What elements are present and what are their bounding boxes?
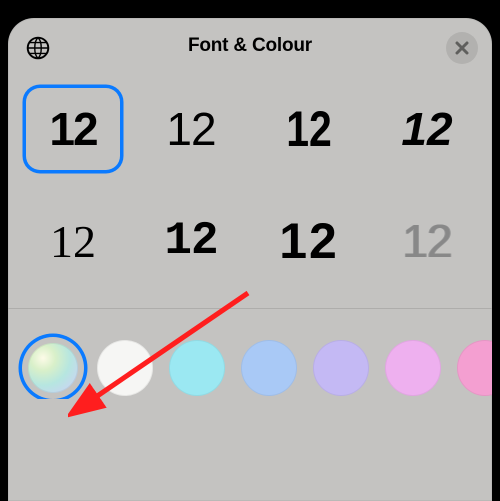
colour-swatch-5[interactable]	[382, 337, 444, 399]
colour-swatch-0[interactable]	[22, 337, 84, 399]
font-option-2[interactable]: 12	[270, 88, 347, 170]
swatch-magenta	[457, 340, 492, 396]
colour-swatch-3[interactable]	[238, 337, 300, 399]
font-option-0[interactable]: 12	[26, 88, 120, 170]
swatch-multicolour	[28, 343, 78, 393]
colour-swatch-1[interactable]	[94, 337, 156, 399]
colour-row	[8, 309, 492, 399]
sheet-title: Font & Colour	[188, 35, 312, 57]
close-button[interactable]	[446, 32, 478, 64]
swatch-cyan	[169, 340, 225, 396]
font-option-1[interactable]: 12	[144, 88, 238, 170]
swatch-white	[97, 340, 153, 396]
colour-swatch-6[interactable]	[454, 337, 492, 399]
language-button[interactable]	[22, 32, 54, 64]
font-colour-sheet: Font & Colour 12 12 12 12 12 12 12 12	[8, 18, 492, 501]
font-option-4[interactable]: 12	[26, 200, 120, 282]
colour-swatch-4[interactable]	[310, 337, 372, 399]
font-grid: 12 12 12 12 12 12 12 12	[8, 74, 492, 290]
font-option-6[interactable]: 12	[262, 200, 356, 282]
font-option-5[interactable]: 12	[144, 200, 238, 282]
swatch-light-blue	[241, 340, 297, 396]
sheet-header: Font & Colour	[8, 18, 492, 74]
font-option-7[interactable]: 12	[380, 200, 474, 282]
globe-icon	[25, 35, 51, 61]
swatch-lavender	[313, 340, 369, 396]
font-option-3[interactable]: 12	[380, 88, 474, 170]
colour-swatch-2[interactable]	[166, 337, 228, 399]
swatch-pink	[385, 340, 441, 396]
close-icon	[455, 41, 469, 55]
